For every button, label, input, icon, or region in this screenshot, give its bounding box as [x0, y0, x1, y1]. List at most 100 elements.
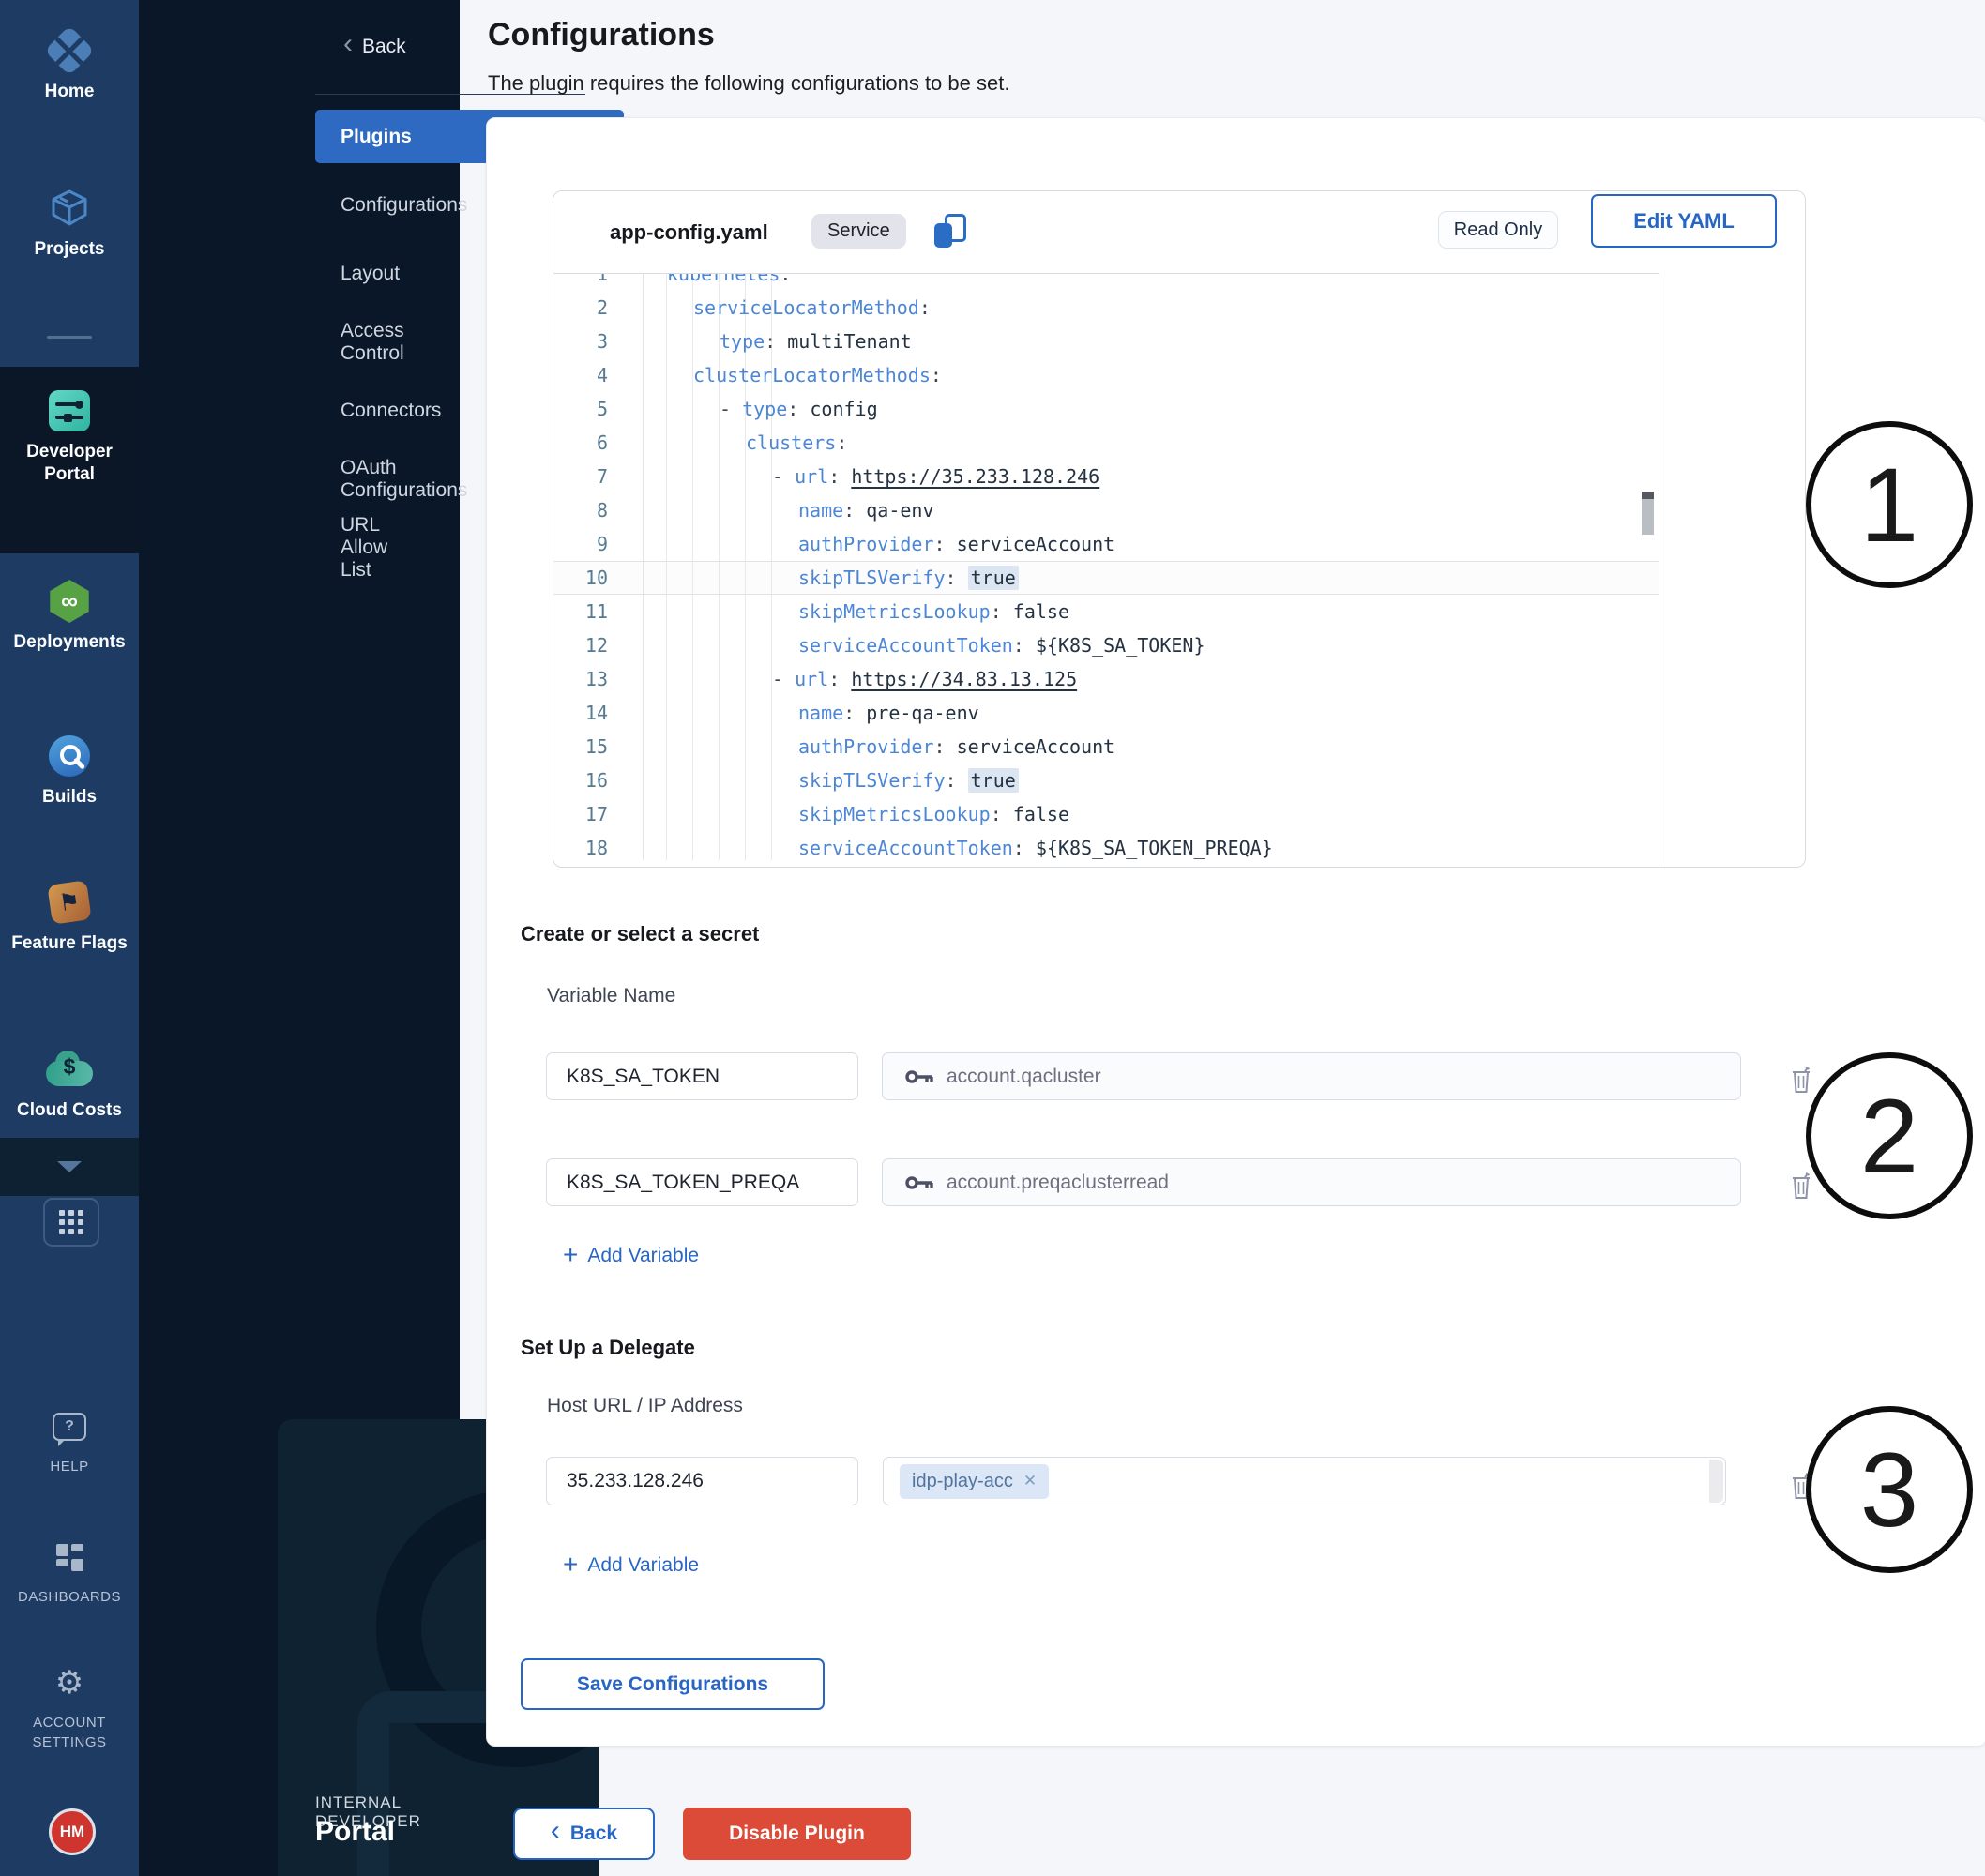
sidebar-item-builds[interactable]: Builds — [0, 732, 139, 809]
code-line-15[interactable]: 15authProvider: serviceAccount — [553, 730, 1651, 764]
code-token: : — [931, 364, 942, 386]
user-avatar[interactable]: HM — [49, 1808, 96, 1855]
line-number: 8 — [553, 493, 608, 527]
code-line-4[interactable]: 4clusterLocatorMethods: — [553, 358, 1651, 392]
read-only-badge: Read Only — [1438, 211, 1558, 249]
delete-variable-button[interactable] — [1790, 1066, 1814, 1094]
sidebar-item-dashboards[interactable]: DASHBOARDS — [0, 1533, 139, 1607]
footer-title: Portal — [315, 1816, 395, 1848]
sidebar-item-help[interactable]: ? HELP — [0, 1402, 139, 1476]
line-number: 15 — [553, 730, 608, 764]
line-number: 14 — [553, 696, 608, 730]
chevron-down-icon[interactable] — [57, 1161, 82, 1172]
module-picker-button[interactable] — [43, 1198, 99, 1247]
code-line-9[interactable]: 9authProvider: serviceAccount — [553, 527, 1651, 561]
code-token: : — [787, 398, 810, 420]
save-configurations-button[interactable]: Save Configurations — [521, 1658, 825, 1710]
code-token: : — [946, 769, 968, 792]
code-line-5[interactable]: 5- type: config — [553, 392, 1651, 426]
sidebar-item-home[interactable]: Home — [0, 26, 139, 103]
plus-icon: + — [563, 1246, 578, 1264]
sidebar-item-projects[interactable]: Projects — [0, 184, 139, 261]
plugin-nav-item-configurations[interactable]: Configurations — [341, 189, 467, 222]
secret-select[interactable]: account.preqaclusterread — [882, 1158, 1741, 1206]
back-button[interactable]: ‹ Back — [513, 1808, 655, 1860]
code-line-2[interactable]: 2serviceLocatorMethod: — [553, 291, 1651, 325]
code-token: pre-qa-env — [866, 702, 978, 724]
host-url-input[interactable]: 35.233.128.246 — [546, 1457, 858, 1505]
plugin-nav-item-access-control[interactable]: Access Control — [341, 325, 404, 359]
builds-icon — [0, 732, 139, 780]
add-variable-button[interactable]: + Add Variable — [563, 1240, 699, 1272]
code-token: : — [991, 600, 1013, 623]
code-line-7[interactable]: 7- url: https://35.233.128.246 — [553, 460, 1651, 493]
variable-name-input[interactable]: K8S_SA_TOKEN_PREQA — [546, 1158, 858, 1206]
code-line-12[interactable]: 12serviceAccountToken: ${K8S_SA_TOKEN} — [553, 628, 1651, 662]
line-number: 16 — [553, 764, 608, 797]
code-line-6[interactable]: 6clusters: — [553, 426, 1651, 460]
tag-field-scrollbar[interactable] — [1709, 1460, 1723, 1503]
service-badge: Service — [811, 214, 906, 249]
plugin-nav-item-connectors[interactable]: Connectors — [341, 394, 441, 428]
secret-value: account.qacluster — [947, 1066, 1101, 1088]
sidebar-item-deployments[interactable]: ∞ Deployments — [0, 577, 139, 654]
code-url[interactable]: https://35.233.128.246 — [851, 465, 1099, 488]
code-token: true — [968, 566, 1019, 590]
delegate-tag-chip[interactable]: idp-play-acc ✕ — [900, 1464, 1049, 1499]
code-line-3[interactable]: 3type: multiTenant — [553, 325, 1651, 358]
annotation-circle-2: 2 — [1806, 1052, 1973, 1219]
plugin-nav-item-url-allow-list[interactable]: URL Allow List — [341, 531, 387, 565]
code-token: : — [828, 668, 851, 690]
add-delegate-button[interactable]: + Add Variable — [563, 1550, 699, 1581]
sidebar-item-developer-portal[interactable]: Developer Portal — [0, 386, 139, 486]
code-line-16[interactable]: 16skipTLSVerify: true — [553, 764, 1651, 797]
editor-header: app-config.yaml Service Read Only Edit Y… — [553, 191, 1805, 273]
code-token: name — [798, 499, 843, 522]
code-token: : — [843, 702, 866, 724]
add-delegate-label: Add Variable — [587, 1554, 699, 1577]
code-token: : — [843, 499, 866, 522]
code-line-8[interactable]: 8 name: qa-env — [553, 493, 1651, 527]
code-line-14[interactable]: 14name: pre-qa-env — [553, 696, 1651, 730]
delegate-tags-input[interactable]: idp-play-acc ✕ — [883, 1457, 1726, 1505]
module-collapse-band[interactable] — [0, 1138, 139, 1196]
variable-name-input[interactable]: K8S_SA_TOKEN — [546, 1052, 858, 1100]
remove-tag-icon[interactable]: ✕ — [1023, 1472, 1037, 1490]
code-token: config — [810, 398, 877, 420]
sidebar-item-account-settings[interactable]: ⚙ ACCOUNT SETTINGS — [0, 1658, 139, 1752]
copy-icon[interactable] — [934, 214, 966, 248]
code-line-13[interactable]: 13- url: https://34.83.13.125 — [553, 662, 1651, 696]
plugin-nav-item-oauth-configurations[interactable]: OAuth Configurations — [341, 462, 467, 496]
code-line-18[interactable]: 18serviceAccountToken: ${K8S_SA_TOKEN_PR… — [553, 831, 1651, 865]
sidebar-item-cloud-costs[interactable]: $ Cloud Costs — [0, 1045, 139, 1122]
code-token: clusterLocatorMethods — [693, 364, 931, 386]
line-number: 18 — [553, 831, 608, 865]
line-number: 11 — [553, 595, 608, 628]
code-url[interactable]: https://34.83.13.125 — [851, 668, 1077, 690]
code-line-11[interactable]: 11skipMetricsLookup: false — [553, 595, 1651, 628]
delete-variable-button[interactable] — [1790, 1172, 1814, 1200]
projects-cube-icon — [0, 184, 139, 233]
code-line-10[interactable]: 10skipTLSVerify: true — [553, 561, 1651, 595]
code-token: multiTenant — [787, 330, 911, 353]
harness-home-icon — [0, 26, 139, 75]
sidebar-item-feature-flags[interactable]: ⚑ Feature Flags — [0, 878, 139, 955]
code-token: serviceAccountToken — [798, 634, 1013, 657]
code-token: qa-env — [866, 499, 933, 522]
line-number: 7 — [553, 460, 608, 493]
secret-select[interactable]: account.qacluster — [882, 1052, 1741, 1100]
code-token: : — [934, 735, 957, 758]
plugin-nav-item-layout[interactable]: Layout — [341, 257, 400, 291]
code-token: true — [968, 768, 1019, 793]
disable-plugin-button[interactable]: Disable Plugin — [683, 1808, 911, 1860]
code-line-17[interactable]: 17skipMetricsLookup: false — [553, 797, 1651, 831]
chevron-left-icon: ‹ — [551, 1815, 560, 1847]
yaml-editor-card: 1kubernetes:2serviceLocatorMethod:3type:… — [553, 190, 1806, 868]
code-token: serviceLocatorMethod — [693, 296, 919, 319]
delegate-heading: Set Up a Delegate — [521, 1336, 695, 1360]
edit-yaml-button[interactable]: Edit YAML — [1591, 194, 1777, 248]
line-number: 9 — [553, 527, 608, 561]
code-token: skipTLSVerify — [798, 567, 946, 589]
nav-back-button[interactable]: ‹ Back — [343, 28, 406, 66]
line-number: 3 — [553, 325, 608, 358]
